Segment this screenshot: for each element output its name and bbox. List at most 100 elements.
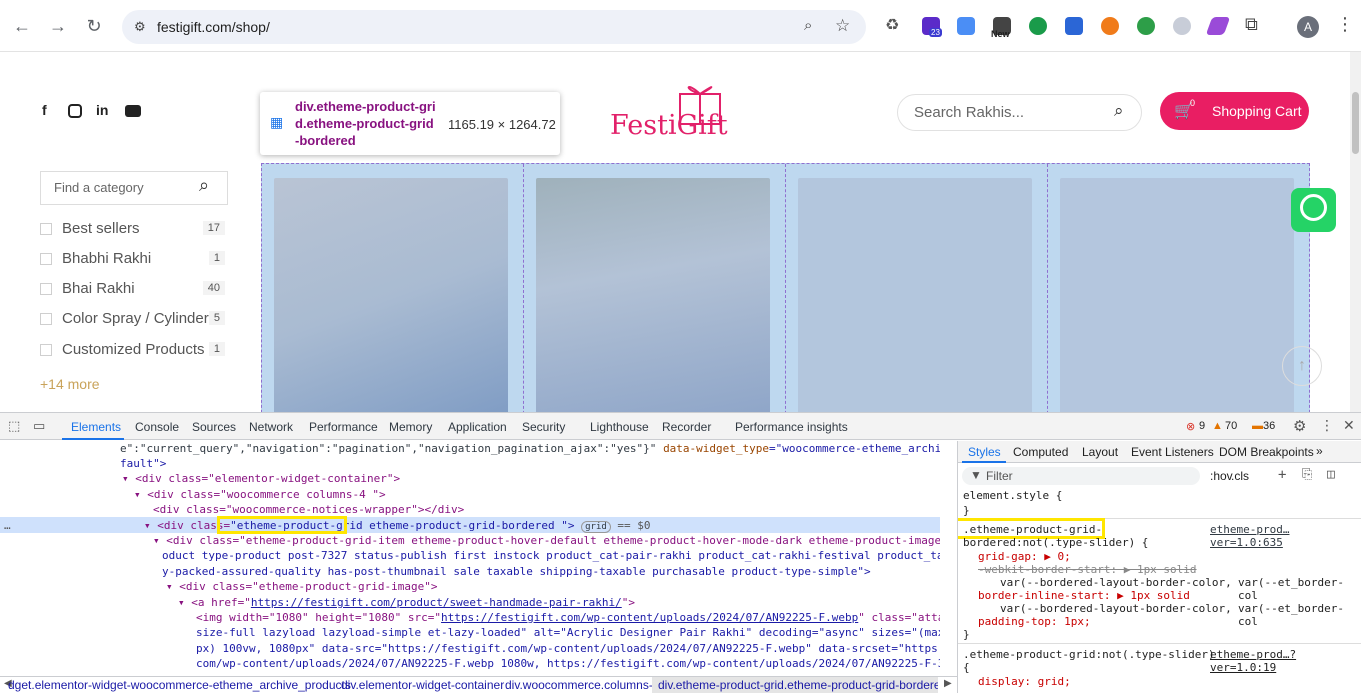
checkbox[interactable]	[40, 223, 52, 235]
category-item[interactable]: Bhabhi Rakhi 1	[40, 248, 225, 270]
globe-extension-icon[interactable]	[1137, 17, 1155, 35]
search-icon[interactable]: ⌕	[199, 175, 209, 196]
tab-recorder[interactable]: Recorder	[662, 420, 711, 434]
zoom-icon[interactable]: ⌕	[804, 17, 812, 34]
tab-elements[interactable]: Elements	[71, 420, 121, 434]
tab-computed[interactable]: Computed	[1013, 445, 1068, 459]
translate-extension-icon[interactable]	[957, 17, 975, 35]
close-devtools-icon[interactable]: ✕	[1343, 417, 1355, 434]
checkbox[interactable]	[40, 283, 52, 295]
rule1-selector-cont[interactable]: bordered:not(.type-slider) {	[963, 536, 1148, 549]
tab-sources[interactable]: Sources	[192, 420, 236, 434]
settings-gear-icon[interactable]: ⚙	[1293, 417, 1306, 435]
breadcrumb-item[interactable]: div.elementor-widget-container	[341, 678, 504, 692]
scroll-top-button[interactable]: ↑	[1282, 346, 1322, 386]
prop-grid-gap[interactable]: grid-gap: ▶ 0;	[978, 550, 1071, 563]
inspect-element-icon[interactable]: ⬚	[8, 418, 20, 434]
tab-styles[interactable]: Styles	[968, 445, 1001, 459]
tab-lighthouse[interactable]: Lighthouse	[590, 420, 649, 434]
facebook-icon[interactable]: f	[42, 102, 47, 118]
search-box[interactable]: Search Rakhis... ⌕	[897, 94, 1142, 131]
error-icon[interactable]: ⊗	[1186, 420, 1195, 433]
more-options-icon[interactable]: ⋮	[1320, 417, 1334, 434]
href-link[interactable]: https://festigift.com/product/sweet-hand…	[251, 596, 622, 609]
tab-dom-breakpoints[interactable]: DOM Breakpoints	[1219, 445, 1314, 459]
whatsapp-button[interactable]	[1291, 188, 1336, 232]
checkbox[interactable]	[40, 344, 52, 356]
shopping-cart-button[interactable]: 🛒 0 Shopping Cart	[1160, 92, 1309, 130]
tab-network[interactable]: Network	[249, 420, 293, 434]
checkbox[interactable]	[40, 253, 52, 265]
filter-input[interactable]: Filter	[986, 469, 1013, 483]
prop-border-inline-start[interactable]: border-inline-start: ▶ 1px solid	[978, 589, 1190, 602]
scrollbar-thumb[interactable]	[1352, 92, 1359, 154]
pen-extension-icon[interactable]	[1205, 17, 1231, 35]
dom-node[interactable]: <img width="1080" height="1080" src="htt…	[196, 610, 940, 626]
product-image[interactable]	[536, 178, 770, 412]
recycle-extension-icon[interactable]: ♻	[885, 17, 903, 35]
category-item[interactable]: Customized Products 1	[40, 339, 225, 361]
category-item[interactable]: Best sellers 17	[40, 218, 225, 240]
styles-filter[interactable]: ▼ Filter	[962, 467, 1200, 485]
tab-event-listeners[interactable]: Event Listeners	[1131, 445, 1214, 459]
issues-icon[interactable]: ▬	[1252, 420, 1263, 432]
category-item[interactable]: Bhai Rakhi 40	[40, 278, 225, 300]
address-bar[interactable]: ⚙ festigift.com/shop/ ⌕ ☆	[122, 10, 866, 44]
breadcrumb-item[interactable]: div.woocommerce.columns-4.	[505, 678, 663, 692]
tab-layout[interactable]: Layout	[1082, 445, 1118, 459]
device-toolbar-icon[interactable]: ▭	[33, 418, 45, 434]
breadcrumb-item[interactable]: dget.elementor-widget-woocommerce-etheme…	[8, 678, 351, 692]
youtube-icon[interactable]	[125, 105, 141, 117]
rule2-source-link[interactable]: etheme-prod…?ver=1.0:19	[1210, 648, 1361, 674]
warning-icon[interactable]: ▲	[1212, 420, 1223, 432]
colorful-extension-icon[interactable]	[1101, 17, 1119, 35]
prop-display[interactable]: display: grid;	[978, 675, 1071, 688]
tab-security[interactable]: Security	[522, 420, 565, 434]
dom-node[interactable]: ▾ <div class="woocommerce columns-4 ">	[134, 487, 386, 503]
cls-toggle[interactable]: .cls	[1231, 469, 1249, 483]
linkedin-icon[interactable]: in	[96, 102, 108, 118]
category-item[interactable]: Color Spray / Cylinder 5	[40, 308, 225, 330]
profile-avatar[interactable]: A	[1297, 16, 1319, 38]
more-categories-link[interactable]: +14 more	[40, 376, 100, 392]
grammarly-icon[interactable]	[1029, 17, 1047, 35]
prop-padding-top[interactable]: padding-top: 1px;	[978, 615, 1091, 628]
page-scrollbar[interactable]	[1350, 52, 1361, 412]
dom-tree[interactable]: e":"current_query","navigation":"paginat…	[0, 441, 940, 677]
product-image[interactable]	[1060, 178, 1294, 412]
forward-icon[interactable]: →	[46, 14, 70, 38]
dom-node[interactable]: ▾ <div class="etheme-product-grid-image"…	[166, 579, 438, 595]
back-icon[interactable]: ←	[10, 14, 34, 38]
product-image[interactable]	[798, 178, 1032, 412]
element-style-rule[interactable]: element.style {	[963, 489, 1062, 502]
breadcrumb-item-active[interactable]: div.etheme-product-grid.etheme-product-g…	[652, 677, 938, 693]
shield-extension-icon[interactable]	[1173, 17, 1191, 35]
breadcrumb-right-arrow-icon[interactable]: ▶	[944, 678, 952, 689]
dom-node[interactable]: ▾ <a href="https://festigift.com/product…	[178, 595, 635, 611]
docs-extension-icon[interactable]	[1065, 17, 1083, 35]
rule1-source-link[interactable]: etheme-prod…ver=1.0:635	[1210, 523, 1361, 549]
hov-toggle[interactable]: :hov	[1210, 469, 1233, 483]
new-rule-icon[interactable]: +	[1278, 467, 1286, 483]
toggle-sidebar-icon[interactable]: ◫	[1327, 467, 1335, 482]
dom-node[interactable]: ▾ <div class="elementor-widget-container…	[122, 471, 400, 487]
src-link[interactable]: https://festigift.com/wp-content/uploads…	[441, 611, 858, 624]
tab-console[interactable]: Console	[135, 420, 179, 434]
extensions-puzzle-icon[interactable]: ⧉	[1245, 14, 1258, 35]
checkbox[interactable]	[40, 313, 52, 325]
search-input[interactable]: Search Rakhis...	[914, 104, 1024, 121]
category-search[interactable]: Find a category ⌕	[40, 171, 228, 205]
tab-memory[interactable]: Memory	[389, 420, 432, 434]
rendering-emulation-icon[interactable]: ⎘	[1302, 467, 1312, 482]
browser-menu-icon[interactable]: ⋮	[1336, 14, 1354, 35]
tab-performance[interactable]: Performance	[309, 420, 378, 434]
more-tabs-icon[interactable]: »	[1316, 444, 1323, 458]
grid-badge[interactable]: grid	[581, 521, 611, 533]
bookmark-star-icon[interactable]: ☆	[835, 16, 850, 36]
prop-webkit-border-start[interactable]: -webkit-border-start: ▶ 1px solid	[978, 563, 1197, 576]
category-search-input[interactable]: Find a category	[54, 180, 144, 195]
reload-icon[interactable]: ↻	[82, 14, 106, 38]
rule2-selector[interactable]: .etheme-product-grid:not(.type-slider)	[963, 648, 1215, 661]
instagram-icon[interactable]	[68, 104, 82, 118]
search-icon[interactable]: ⌕	[1114, 101, 1124, 121]
